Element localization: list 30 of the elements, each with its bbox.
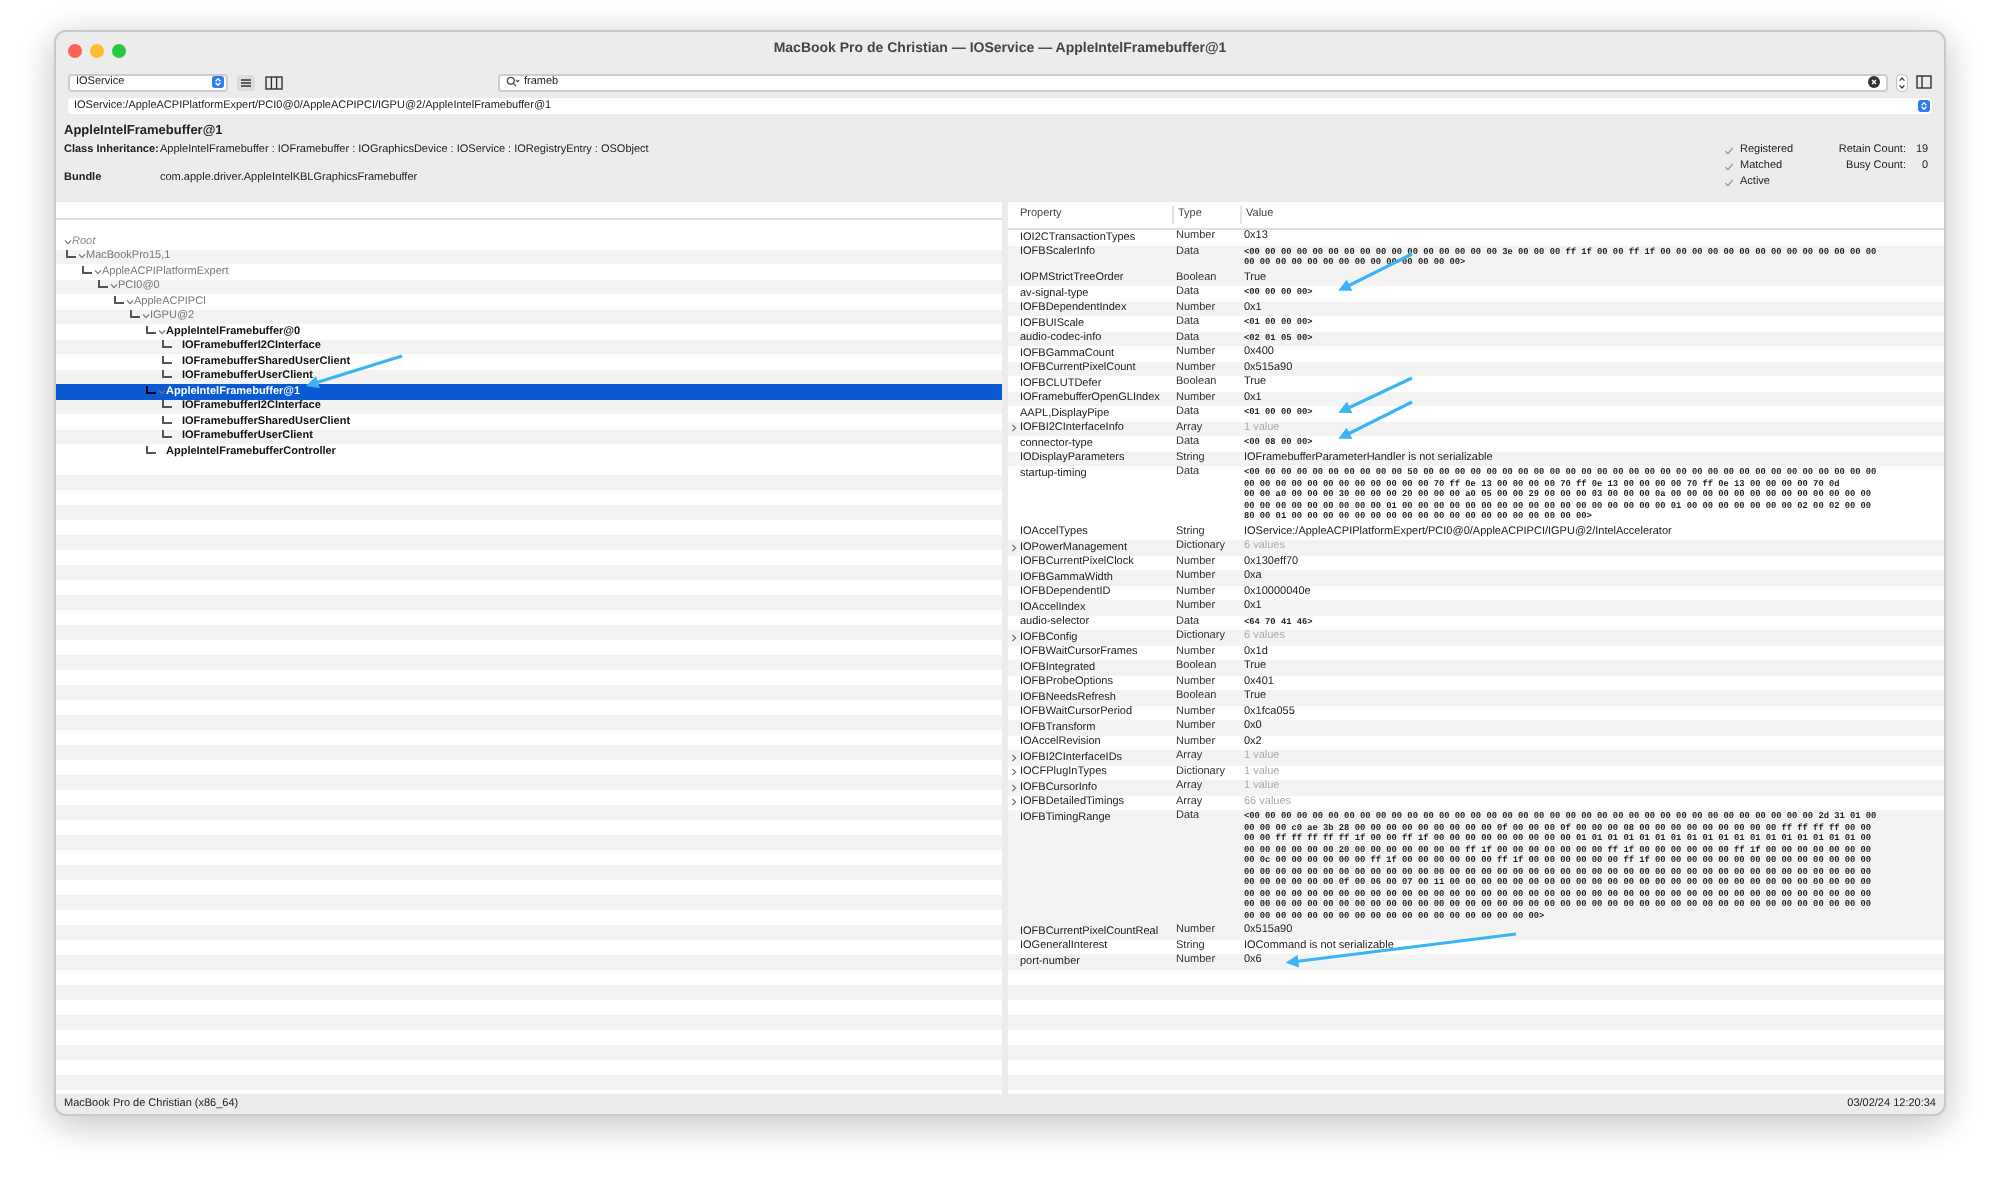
close-button[interactable] — [68, 43, 82, 57]
disclosure-icon[interactable] — [1010, 753, 1020, 762]
disclosure-icon[interactable] — [124, 297, 134, 306]
disclosure-icon[interactable] — [1010, 798, 1020, 807]
annotation-arrow — [1338, 400, 1413, 439]
annotation-arrow — [1338, 376, 1413, 414]
column-view-icon[interactable] — [264, 73, 284, 91]
disclosure-icon[interactable] — [76, 252, 86, 261]
sidebar-icon[interactable] — [1916, 74, 1932, 90]
checkbox[interactable] — [1724, 145, 1734, 155]
search-icon — [506, 76, 520, 88]
disclosure-icon[interactable] — [140, 312, 150, 321]
disclosure-icon[interactable] — [1010, 783, 1020, 792]
disclosure-icon[interactable] — [62, 237, 72, 246]
disclosure-icon[interactable] — [1010, 543, 1020, 552]
disclosure-icon[interactable] — [1010, 633, 1020, 642]
disclosure-icon[interactable] — [1010, 768, 1020, 777]
disclosure-icon[interactable] — [92, 267, 102, 276]
annotation-arrow — [1338, 252, 1413, 291]
stepper-icon — [1918, 100, 1930, 112]
stepper-icon[interactable] — [1896, 73, 1908, 91]
disclosure-icon[interactable] — [108, 282, 118, 291]
checkbox[interactable] — [1724, 161, 1734, 171]
disclosure-icon[interactable] — [156, 327, 166, 336]
zoom-button[interactable] — [112, 43, 126, 57]
checkbox[interactable] — [1724, 177, 1734, 187]
list-view-icon[interactable] — [236, 73, 256, 91]
stepper-icon — [212, 76, 224, 88]
disclosure-icon[interactable] — [1010, 424, 1020, 433]
clear-icon[interactable] — [1868, 76, 1880, 88]
